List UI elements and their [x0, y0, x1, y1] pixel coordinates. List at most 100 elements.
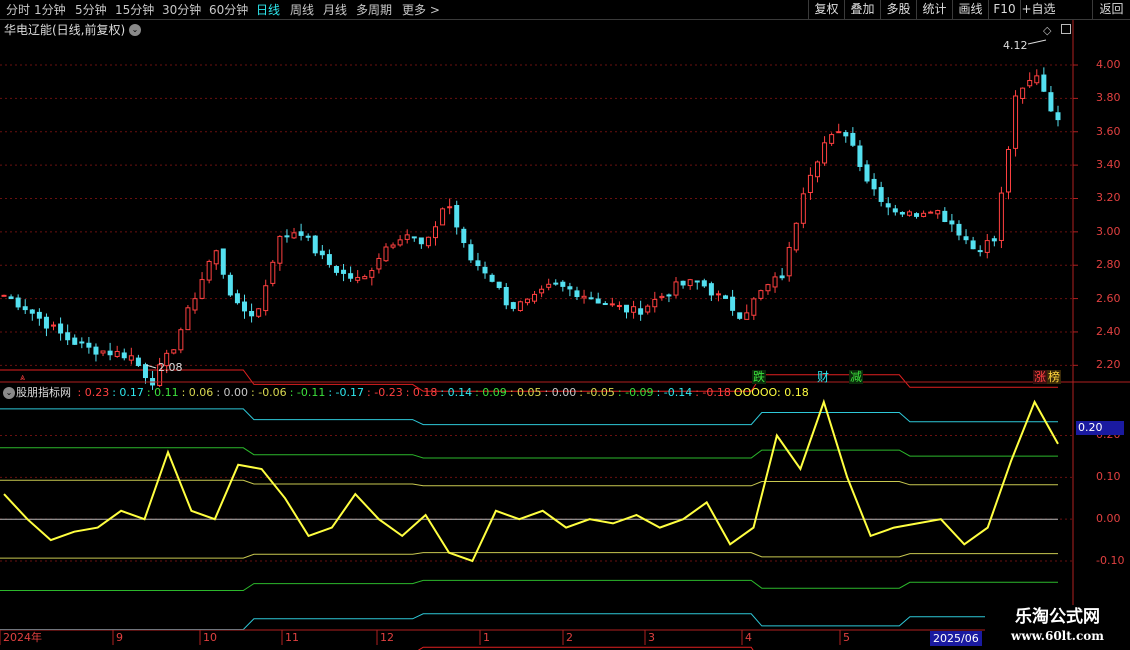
- candle-up: [178, 329, 184, 351]
- period-tab-1min[interactable]: 1分钟: [34, 1, 66, 19]
- candle-down: [510, 302, 516, 309]
- candle-up: [581, 295, 587, 299]
- candle-down: [298, 231, 304, 236]
- candle-up: [425, 236, 431, 247]
- indicator-band-line: [0, 613, 1058, 630]
- indicator-value: : 0.00: [544, 386, 577, 399]
- period-tab-more[interactable]: 更多 >: [402, 1, 440, 19]
- candle-up: [171, 349, 177, 354]
- period-tab-multi[interactable]: 多周期: [356, 1, 392, 19]
- indicator-band-line: [0, 447, 1058, 459]
- period-tab-15min[interactable]: 15分钟: [115, 1, 154, 19]
- period-tab-timeshare[interactable]: 分时: [6, 1, 30, 19]
- indicator-value: : -0.23: [367, 386, 403, 399]
- candle-up: [546, 283, 552, 288]
- watchlist-button[interactable]: +自选: [1020, 0, 1056, 20]
- candle-up: [440, 208, 446, 226]
- candle-down: [864, 164, 870, 182]
- price-tick-label: 3.40: [1096, 158, 1121, 172]
- candle-up: [814, 161, 820, 178]
- candle-down: [93, 346, 99, 355]
- time-tick-label: 2024年: [3, 631, 42, 644]
- candle-down: [843, 132, 849, 137]
- candle-down: [963, 236, 969, 241]
- signal-rank: 榜: [1047, 370, 1062, 384]
- candle-down: [694, 280, 700, 283]
- candle-down: [86, 342, 92, 348]
- back-button[interactable]: 返回: [1092, 0, 1130, 20]
- candle-down: [79, 341, 85, 344]
- candle-up: [1, 294, 7, 297]
- candle-up: [616, 305, 622, 308]
- current-value-badge: 0.20: [1076, 421, 1124, 435]
- candle-up: [524, 298, 530, 304]
- candle-down: [489, 274, 495, 282]
- candle-up: [928, 211, 934, 214]
- candle-up: [291, 232, 297, 239]
- candle-up: [277, 235, 283, 264]
- signal-finance: 财: [817, 370, 830, 384]
- candle-down: [468, 244, 474, 261]
- candle-up: [192, 298, 198, 311]
- period-tab-monthly[interactable]: 月线: [323, 1, 347, 19]
- candle-up: [772, 276, 778, 288]
- multi-stock-button[interactable]: 多股: [880, 0, 916, 20]
- indicator-band-line: [0, 579, 1058, 591]
- panel-toggle-icon[interactable]: [1061, 24, 1071, 34]
- diamond-icon[interactable]: ◇: [1043, 24, 1051, 37]
- f10-button[interactable]: F10: [988, 0, 1020, 20]
- restore-rights-button[interactable]: 复权: [808, 0, 844, 20]
- indicator-bands: [0, 369, 1058, 650]
- candle-down: [949, 220, 955, 225]
- period-tab-60min[interactable]: 60分钟: [209, 1, 248, 19]
- draw-line-button[interactable]: 画线: [952, 0, 988, 20]
- candle-down: [482, 266, 488, 274]
- chart-canvas[interactable]: [0, 20, 1130, 650]
- candle-up: [786, 246, 792, 277]
- candle-down: [723, 295, 729, 299]
- candle-down: [991, 238, 997, 242]
- overlay-button[interactable]: 叠加: [844, 0, 880, 20]
- statistics-button[interactable]: 统计: [916, 0, 952, 20]
- current-date-badge: 2025/06: [930, 631, 982, 646]
- period-tab-weekly[interactable]: 周线: [290, 1, 314, 19]
- candle-up: [1005, 149, 1011, 193]
- period-tab-daily[interactable]: 日线: [256, 1, 280, 19]
- candle-down: [942, 210, 948, 222]
- candle-up: [51, 324, 57, 327]
- candle-up: [532, 293, 538, 302]
- indicator-dropdown-icon[interactable]: ⌄: [3, 387, 15, 399]
- title-dropdown-icon[interactable]: ⌄: [129, 24, 141, 36]
- candlestick-series: [1, 67, 1061, 390]
- candle-up: [100, 350, 106, 354]
- indicator-value: : -0.05: [579, 386, 615, 399]
- candle-down: [454, 205, 460, 228]
- candle-down: [15, 297, 21, 308]
- indicator-value: : -0.17: [328, 386, 365, 399]
- candle-down: [29, 309, 35, 314]
- period-tab-5min[interactable]: 5分钟: [75, 1, 107, 19]
- candle-up: [631, 306, 637, 313]
- candle-down: [220, 248, 226, 275]
- candle-up: [836, 131, 842, 134]
- candle-down: [680, 280, 686, 286]
- candle-down: [8, 296, 14, 300]
- candle-down: [892, 208, 898, 213]
- candle-up: [397, 239, 403, 246]
- candle-down: [553, 282, 559, 285]
- candle-down: [871, 178, 877, 190]
- candle-up: [829, 134, 835, 144]
- candle-down: [121, 352, 127, 359]
- candle-down: [22, 306, 28, 311]
- candle-down: [227, 274, 233, 296]
- candle-up: [659, 295, 665, 299]
- indicator-value: : 0.14: [440, 386, 473, 399]
- grid-lines: [0, 64, 1072, 562]
- time-tick-label: 11: [285, 631, 299, 644]
- candle-down: [708, 283, 714, 296]
- candle-up: [793, 222, 799, 251]
- candle-up: [539, 288, 545, 294]
- candle-up: [609, 303, 615, 306]
- candle-up: [369, 270, 375, 278]
- period-tab-30min[interactable]: 30分钟: [162, 1, 201, 19]
